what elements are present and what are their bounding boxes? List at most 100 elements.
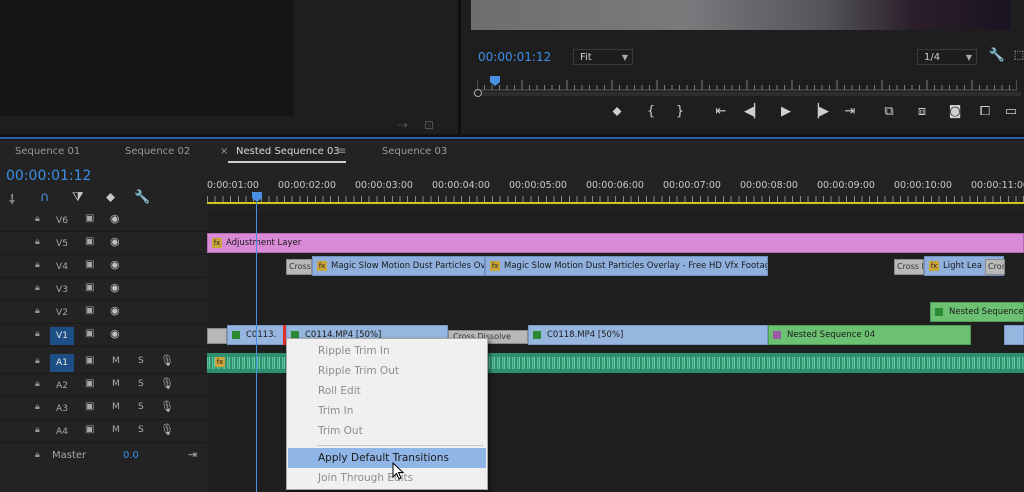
linked-selection-icon[interactable]: ⧩ [72,190,84,205]
film-icon[interactable]: ▣ [85,305,94,316]
marker-icon[interactable]: ⬥ [106,190,115,205]
clip-adjustment-layer[interactable]: fx Adjustment Layer [207,233,1024,253]
track-name[interactable]: V6 [50,212,74,230]
transition-cross-dissolve[interactable]: Cros [985,259,1005,275]
menu-item-roll-edit[interactable]: Roll Edit [288,381,486,401]
comparison-view-icon[interactable]: ⧠ [975,104,995,119]
eye-icon[interactable]: ◉ [110,327,120,340]
solo-button[interactable]: S [138,356,144,366]
transition-left-edge[interactable] [207,328,227,344]
tab-close-icon[interactable]: × [220,146,228,157]
solo-button[interactable]: S [138,379,144,389]
lift-icon[interactable]: ⧉ [879,104,899,119]
insert-nest-icon[interactable]: ⸸ [9,190,15,208]
fit-dropdown[interactable]: Fit ▼ [573,49,633,65]
mute-button[interactable]: M [112,356,120,366]
lock-icon[interactable]: 🔒︎ [35,450,40,460]
clip-nested-sequence-04[interactable]: Nested Sequence 04 [768,325,971,345]
transition-cross-dissolve[interactable]: Cross [286,259,312,275]
track-name[interactable]: V3 [50,281,74,299]
mute-button[interactable]: M [112,402,120,412]
add-marker-icon[interactable]: ⬥ [607,104,627,119]
extract-icon[interactable]: ⧈ [912,104,932,119]
program-zoom-bar[interactable] [473,92,1021,96]
zoom-handle[interactable] [474,89,482,97]
solo-button[interactable]: S [138,425,144,435]
mute-button[interactable]: M [112,425,120,435]
go-to-out-icon[interactable]: ⇥ [840,104,860,119]
menu-item-join-through-edits[interactable]: Join Through Edits [288,468,486,488]
step-back-icon[interactable]: ◀▏ [744,104,764,119]
master-volume-value[interactable]: 0.0 [123,450,139,461]
tab-sequence-01[interactable]: Sequence 01 [15,146,80,157]
tab-sequence-02[interactable]: Sequence 02 [125,146,190,157]
track-name[interactable]: V2 [50,304,74,322]
menu-item-apply-default-transitions[interactable]: Apply Default Transitions [288,448,486,468]
lock-icon[interactable]: 🔒︎ [35,260,40,270]
sync-lock-icon[interactable]: ▣ [85,378,94,389]
microphone-icon[interactable]: 🎙︎ [160,400,174,413]
track-name-selected[interactable]: V1 [50,327,74,345]
menu-item-trim-in[interactable]: Trim In [288,401,486,421]
tab-nested-sequence-03[interactable]: Nested Sequence 03 [236,146,340,157]
clip-dust-particles-1[interactable]: fx Magic Slow Motion Dust Particles Over [312,256,485,276]
eye-icon[interactable]: ◉ [110,258,120,271]
transition-cross-dissolve[interactable]: Cross D [894,259,924,275]
track-name[interactable]: V5 [50,235,74,253]
track-name[interactable]: V4 [50,258,74,276]
panel-menu-icon[interactable]: ⬚ [1009,48,1024,61]
film-icon[interactable]: ▣ [85,328,94,339]
tab-menu-icon[interactable]: ≡ [338,146,346,157]
eye-icon[interactable]: ◉ [110,281,120,294]
lock-icon[interactable]: 🔒︎ [35,237,40,247]
lock-icon[interactable]: 🔒︎ [35,425,40,435]
menu-item-ripple-trim-out[interactable]: Ripple Trim Out [288,361,486,381]
microphone-icon[interactable]: 🎙︎ [160,423,174,436]
microphone-icon[interactable]: 🎙︎ [160,354,174,367]
clip-c0118[interactable]: C0118.MP4 [50%] [528,325,768,345]
track-name[interactable]: A2 [50,377,74,395]
overlay-icon[interactable]: ▭ [1001,104,1021,119]
export-frame-icon[interactable]: ⇢ [398,118,408,132]
mark-in-icon[interactable]: { [641,104,661,119]
go-to-in-icon[interactable]: ⇤ [711,104,731,119]
program-time-ruler[interactable] [476,76,1018,91]
film-icon[interactable]: ▣ [85,236,94,247]
menu-item-ripple-trim-in[interactable]: Ripple Trim In [288,341,486,361]
timeline-ruler[interactable]: 0:00:01:00 00:00:02:00 00:00:03:00 00:00… [207,178,1024,206]
sync-lock-icon[interactable]: ▣ [85,401,94,412]
lock-icon[interactable]: 🔒︎ [35,283,40,293]
clip-v1-right[interactable] [1004,325,1024,345]
sync-lock-icon[interactable]: ▣ [85,355,94,366]
button-editor-icon[interactable]: ⊡ [424,118,434,132]
work-area-bar[interactable] [207,202,1024,204]
wrench-icon[interactable]: 🔧 [134,190,150,205]
menu-item-trim-out[interactable]: Trim Out [288,421,486,441]
step-forward-icon[interactable]: ▕▶ [809,104,829,119]
track-name[interactable]: A4 [50,423,74,441]
camera-icon[interactable]: ◙ [945,104,965,119]
track-name-selected[interactable]: A1 [50,354,74,372]
lock-icon[interactable]: 🔒︎ [35,329,40,339]
solo-button[interactable]: S [138,402,144,412]
magnet-icon[interactable]: ∩ [40,190,50,205]
film-icon[interactable]: ▣ [85,282,94,293]
clip-dust-particles-2[interactable]: fx Magic Slow Motion Dust Particles Overl… [485,256,768,276]
film-icon[interactable]: ▣ [85,259,94,270]
track-name[interactable]: A3 [50,400,74,418]
eye-icon[interactable]: ◉ [110,235,120,248]
go-to-end-icon[interactable]: ⇥ [188,448,197,461]
resolution-dropdown[interactable]: 1/4 ▼ [917,49,977,65]
lock-icon[interactable]: 🔒︎ [35,379,40,389]
timeline-timecode[interactable]: 00:00:01:12 [6,168,91,184]
tab-sequence-03[interactable]: Sequence 03 [382,146,447,157]
lock-icon[interactable]: 🔒︎ [35,356,40,366]
microphone-icon[interactable]: 🎙︎ [160,377,174,390]
mark-out-icon[interactable]: } [670,104,690,119]
mute-button[interactable]: M [112,379,120,389]
film-icon[interactable]: ▣ [85,213,94,224]
lock-icon[interactable]: 🔒︎ [35,402,40,412]
eye-icon[interactable]: ◉ [110,212,120,225]
eye-icon[interactable]: ◉ [110,304,120,317]
program-timecode[interactable]: 00:00:01:12 [478,50,551,64]
